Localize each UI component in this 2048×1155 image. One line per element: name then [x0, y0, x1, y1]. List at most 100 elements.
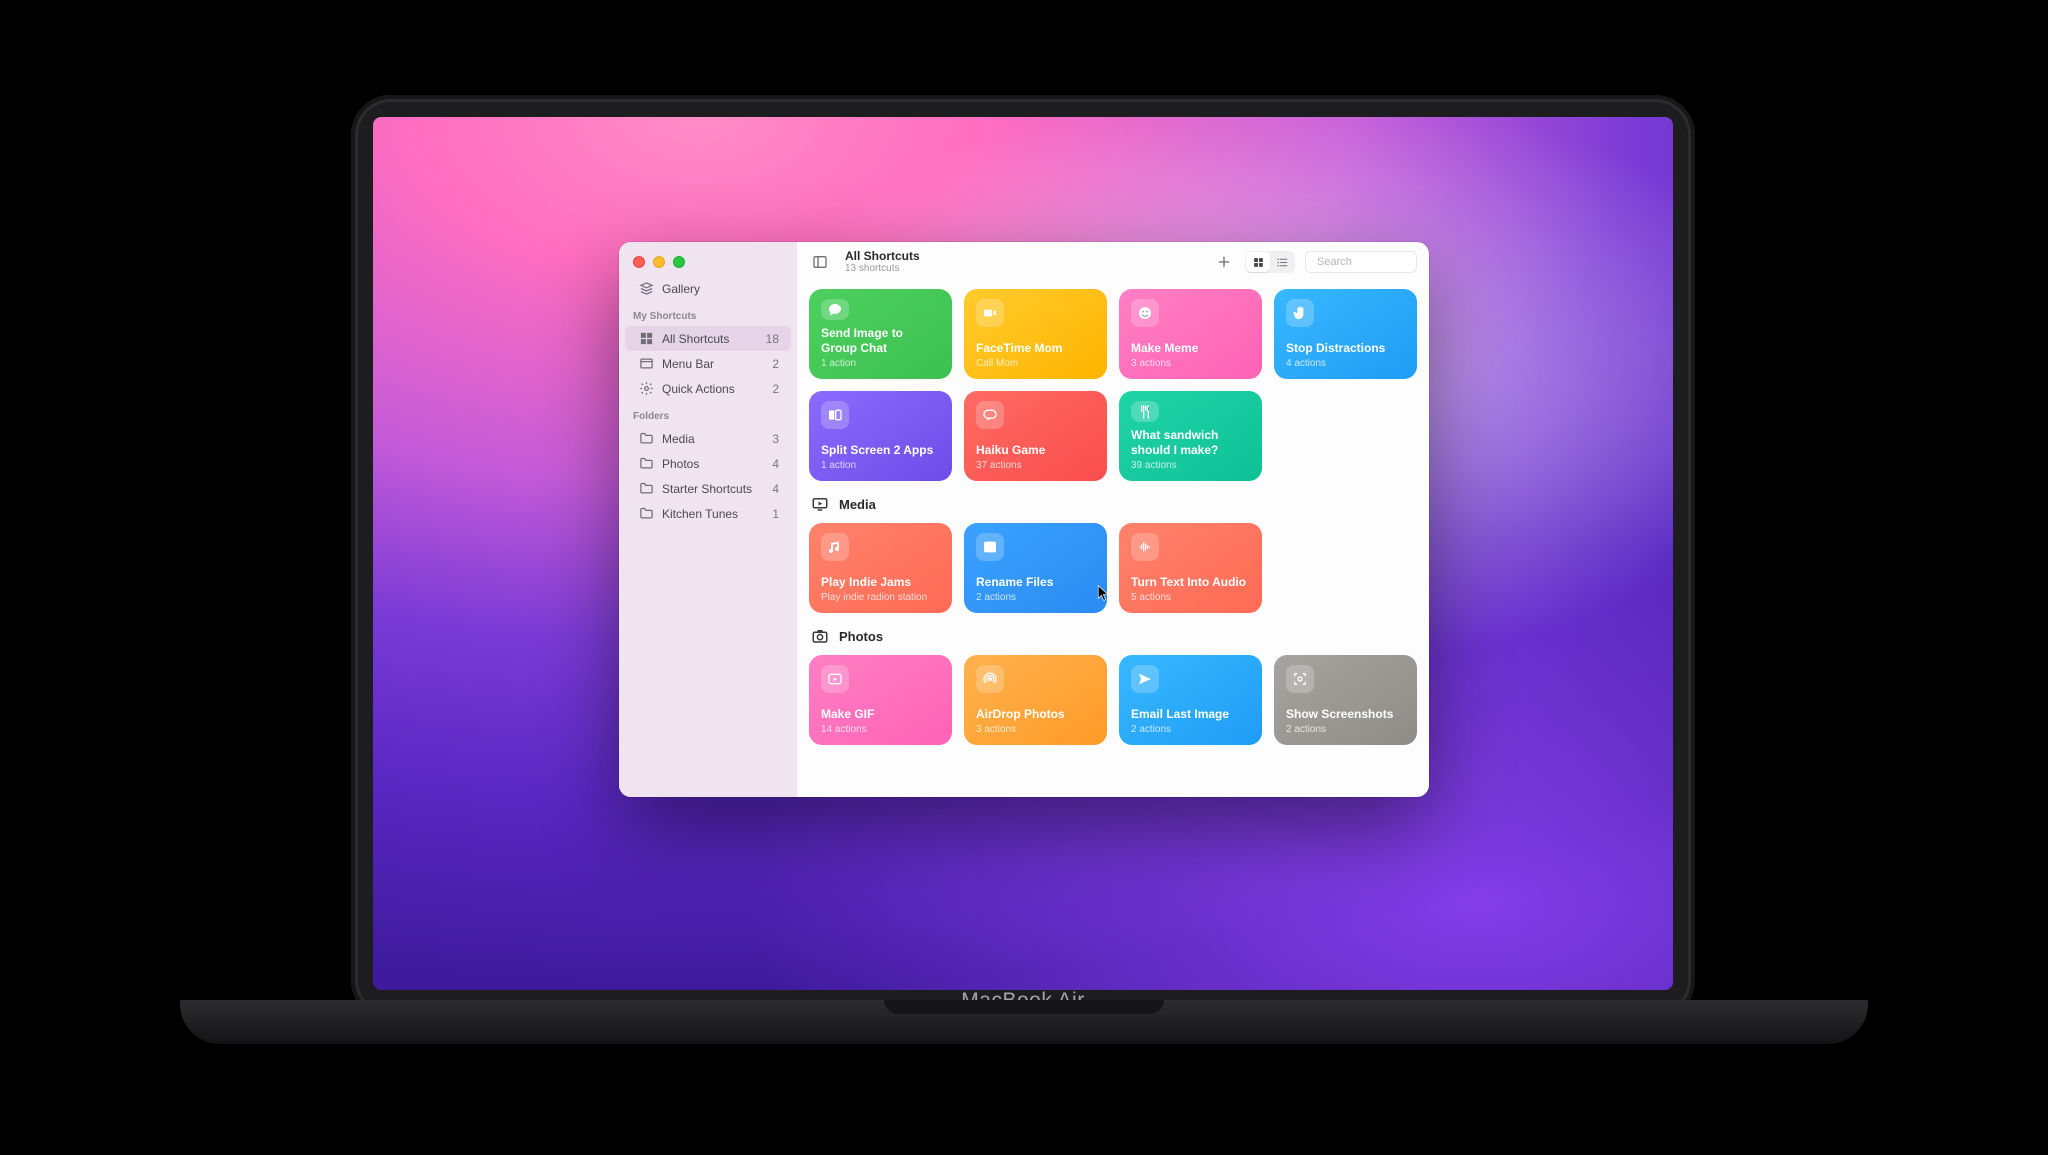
shortcut-card[interactable]: Email Last Image 2 actions: [1119, 655, 1262, 745]
folder-icon: [639, 506, 654, 521]
shortcut-grid-media: Play Indie Jams Play indie radion statio…: [809, 523, 1417, 613]
shortcut-title: Rename Files: [976, 575, 1095, 590]
shortcut-card[interactable]: Haiku Game 37 actions: [964, 391, 1107, 481]
section-header-photos: Photos: [809, 613, 1417, 655]
sidebar-item-count: 4: [772, 457, 779, 471]
shortcut-subtitle: 2 actions: [1131, 724, 1250, 735]
sidebar-item-quick-actions[interactable]: Quick Actions 2: [625, 376, 791, 401]
facetime-icon: [976, 299, 1004, 327]
shortcut-title: Play Indie Jams: [821, 575, 940, 590]
shortcut-card[interactable]: What sandwich should I make? 39 actions: [1119, 391, 1262, 481]
finder-icon: [976, 533, 1004, 561]
sidebar-item-all-shortcuts[interactable]: All Shortcuts 18: [625, 326, 791, 351]
page-subtitle: 13 shortcuts: [845, 263, 920, 274]
folder-icon: [639, 456, 654, 471]
sidebar-heading-my-shortcuts: My Shortcuts: [619, 301, 797, 326]
sidebar-item-label: Quick Actions: [662, 382, 735, 396]
hand-icon: [1286, 299, 1314, 327]
gear-icon: [639, 381, 654, 396]
screen: Gallery My Shortcuts All Shortcuts 18 Me…: [373, 117, 1673, 990]
view-switcher: [1245, 251, 1295, 273]
shortcut-title: FaceTime Mom: [976, 341, 1095, 356]
shortcut-subtitle: 37 actions: [976, 460, 1095, 471]
shortcut-subtitle: 5 actions: [1131, 592, 1250, 603]
search-box[interactable]: [1305, 251, 1417, 273]
shortcut-title: Send Image to Group Chat: [821, 326, 940, 356]
shortcut-grid-top: Send Image to Group Chat 1 action FaceTi…: [809, 289, 1417, 481]
sidebar-folder-starter-shortcuts[interactable]: Starter Shortcuts 4: [625, 476, 791, 501]
search-input[interactable]: [1317, 256, 1429, 268]
sidebar-folder-kitchen-tunes[interactable]: Kitchen Tunes 1: [625, 501, 791, 526]
sidebar-item-count: 2: [772, 382, 779, 396]
toolbar: All Shortcuts 13 shortcuts: [797, 242, 1429, 283]
shortcut-title: Make Meme: [1131, 341, 1250, 356]
shortcut-title: Stop Distractions: [1286, 341, 1405, 356]
shortcut-card[interactable]: Turn Text Into Audio 5 actions: [1119, 523, 1262, 613]
smile-icon: [1131, 299, 1159, 327]
sidebar-item-count: 4: [772, 482, 779, 496]
shortcut-title: Show Screenshots: [1286, 707, 1405, 722]
shortcut-card[interactable]: Send Image to Group Chat 1 action: [809, 289, 952, 379]
shortcut-card[interactable]: Rename Files 2 actions: [964, 523, 1107, 613]
sidebar-folder-media[interactable]: Media 3: [625, 426, 791, 451]
sidebar-heading-folders: Folders: [619, 401, 797, 426]
shortcut-title: Turn Text Into Audio: [1131, 575, 1250, 590]
content-area: Send Image to Group Chat 1 action FaceTi…: [797, 283, 1429, 797]
grid-view-button[interactable]: [1246, 252, 1270, 272]
fork-icon: [1131, 401, 1159, 422]
shortcut-card[interactable]: Stop Distractions 4 actions: [1274, 289, 1417, 379]
window-title-block: All Shortcuts 13 shortcuts: [845, 250, 920, 274]
camera-icon: [811, 627, 829, 645]
shortcut-subtitle: 1 action: [821, 460, 940, 471]
folder-icon: [639, 431, 654, 446]
list-view-button[interactable]: [1270, 252, 1294, 272]
shortcut-subtitle: Call Mom: [976, 358, 1095, 369]
shortcut-card[interactable]: Make GIF 14 actions: [809, 655, 952, 745]
sidebar-item-gallery[interactable]: Gallery: [625, 276, 791, 301]
shortcut-title: What sandwich should I make?: [1131, 428, 1250, 458]
sidebar-item-label: All Shortcuts: [662, 332, 729, 346]
main-pane: All Shortcuts 13 shortcuts Send Im: [797, 242, 1429, 797]
canvas: { "device_label":"MacBook Air", "sidebar…: [0, 0, 2048, 1155]
fullscreen-button[interactable]: [673, 256, 685, 268]
split-icon: [821, 401, 849, 429]
section-label: Media: [839, 497, 876, 512]
toggle-sidebar-button[interactable]: [809, 251, 831, 273]
shortcuts-window: Gallery My Shortcuts All Shortcuts 18 Me…: [619, 242, 1429, 797]
sidebar-item-menu-bar[interactable]: Menu Bar 2: [625, 351, 791, 376]
sidebar-item-label: Gallery: [662, 282, 700, 296]
gif-icon: [821, 665, 849, 693]
shortcut-title: AirDrop Photos: [976, 707, 1095, 722]
shortcut-subtitle: 1 action: [821, 358, 940, 369]
shortcut-card[interactable]: Make Meme 3 actions: [1119, 289, 1262, 379]
window-traffic-lights: [619, 252, 797, 276]
sidebar-item-count: 2: [772, 357, 779, 371]
stack-icon: [639, 281, 654, 296]
shortcut-grid-photos: Make GIF 14 actions AirDrop Photos 3 act…: [809, 655, 1417, 745]
sidebar-item-label: Menu Bar: [662, 357, 714, 371]
minimize-button[interactable]: [653, 256, 665, 268]
new-shortcut-button[interactable]: [1213, 251, 1235, 273]
shortcut-title: Make GIF: [821, 707, 940, 722]
wave-icon: [1131, 533, 1159, 561]
shortcut-subtitle: 2 actions: [976, 592, 1095, 603]
tv-icon: [811, 495, 829, 513]
screenshot-icon: [1286, 665, 1314, 693]
shortcut-subtitle: 14 actions: [821, 724, 940, 735]
send-icon: [1131, 665, 1159, 693]
section-header-media: Media: [809, 481, 1417, 523]
shortcut-card[interactable]: Play Indie Jams Play indie radion statio…: [809, 523, 952, 613]
sidebar: Gallery My Shortcuts All Shortcuts 18 Me…: [619, 242, 797, 797]
shortcut-card[interactable]: Split Screen 2 Apps 1 action: [809, 391, 952, 481]
shortcut-subtitle: Play indie radion station: [821, 592, 940, 603]
shortcut-subtitle: 2 actions: [1286, 724, 1405, 735]
shortcut-title: Split Screen 2 Apps: [821, 443, 940, 458]
close-button[interactable]: [633, 256, 645, 268]
section-label: Photos: [839, 629, 883, 644]
shortcut-card[interactable]: FaceTime Mom Call Mom: [964, 289, 1107, 379]
shortcut-card[interactable]: Show Screenshots 2 actions: [1274, 655, 1417, 745]
sidebar-folder-photos[interactable]: Photos 4: [625, 451, 791, 476]
shortcut-card[interactable]: AirDrop Photos 3 actions: [964, 655, 1107, 745]
sidebar-item-label: Media: [662, 432, 695, 446]
sidebar-item-label: Kitchen Tunes: [662, 507, 738, 521]
